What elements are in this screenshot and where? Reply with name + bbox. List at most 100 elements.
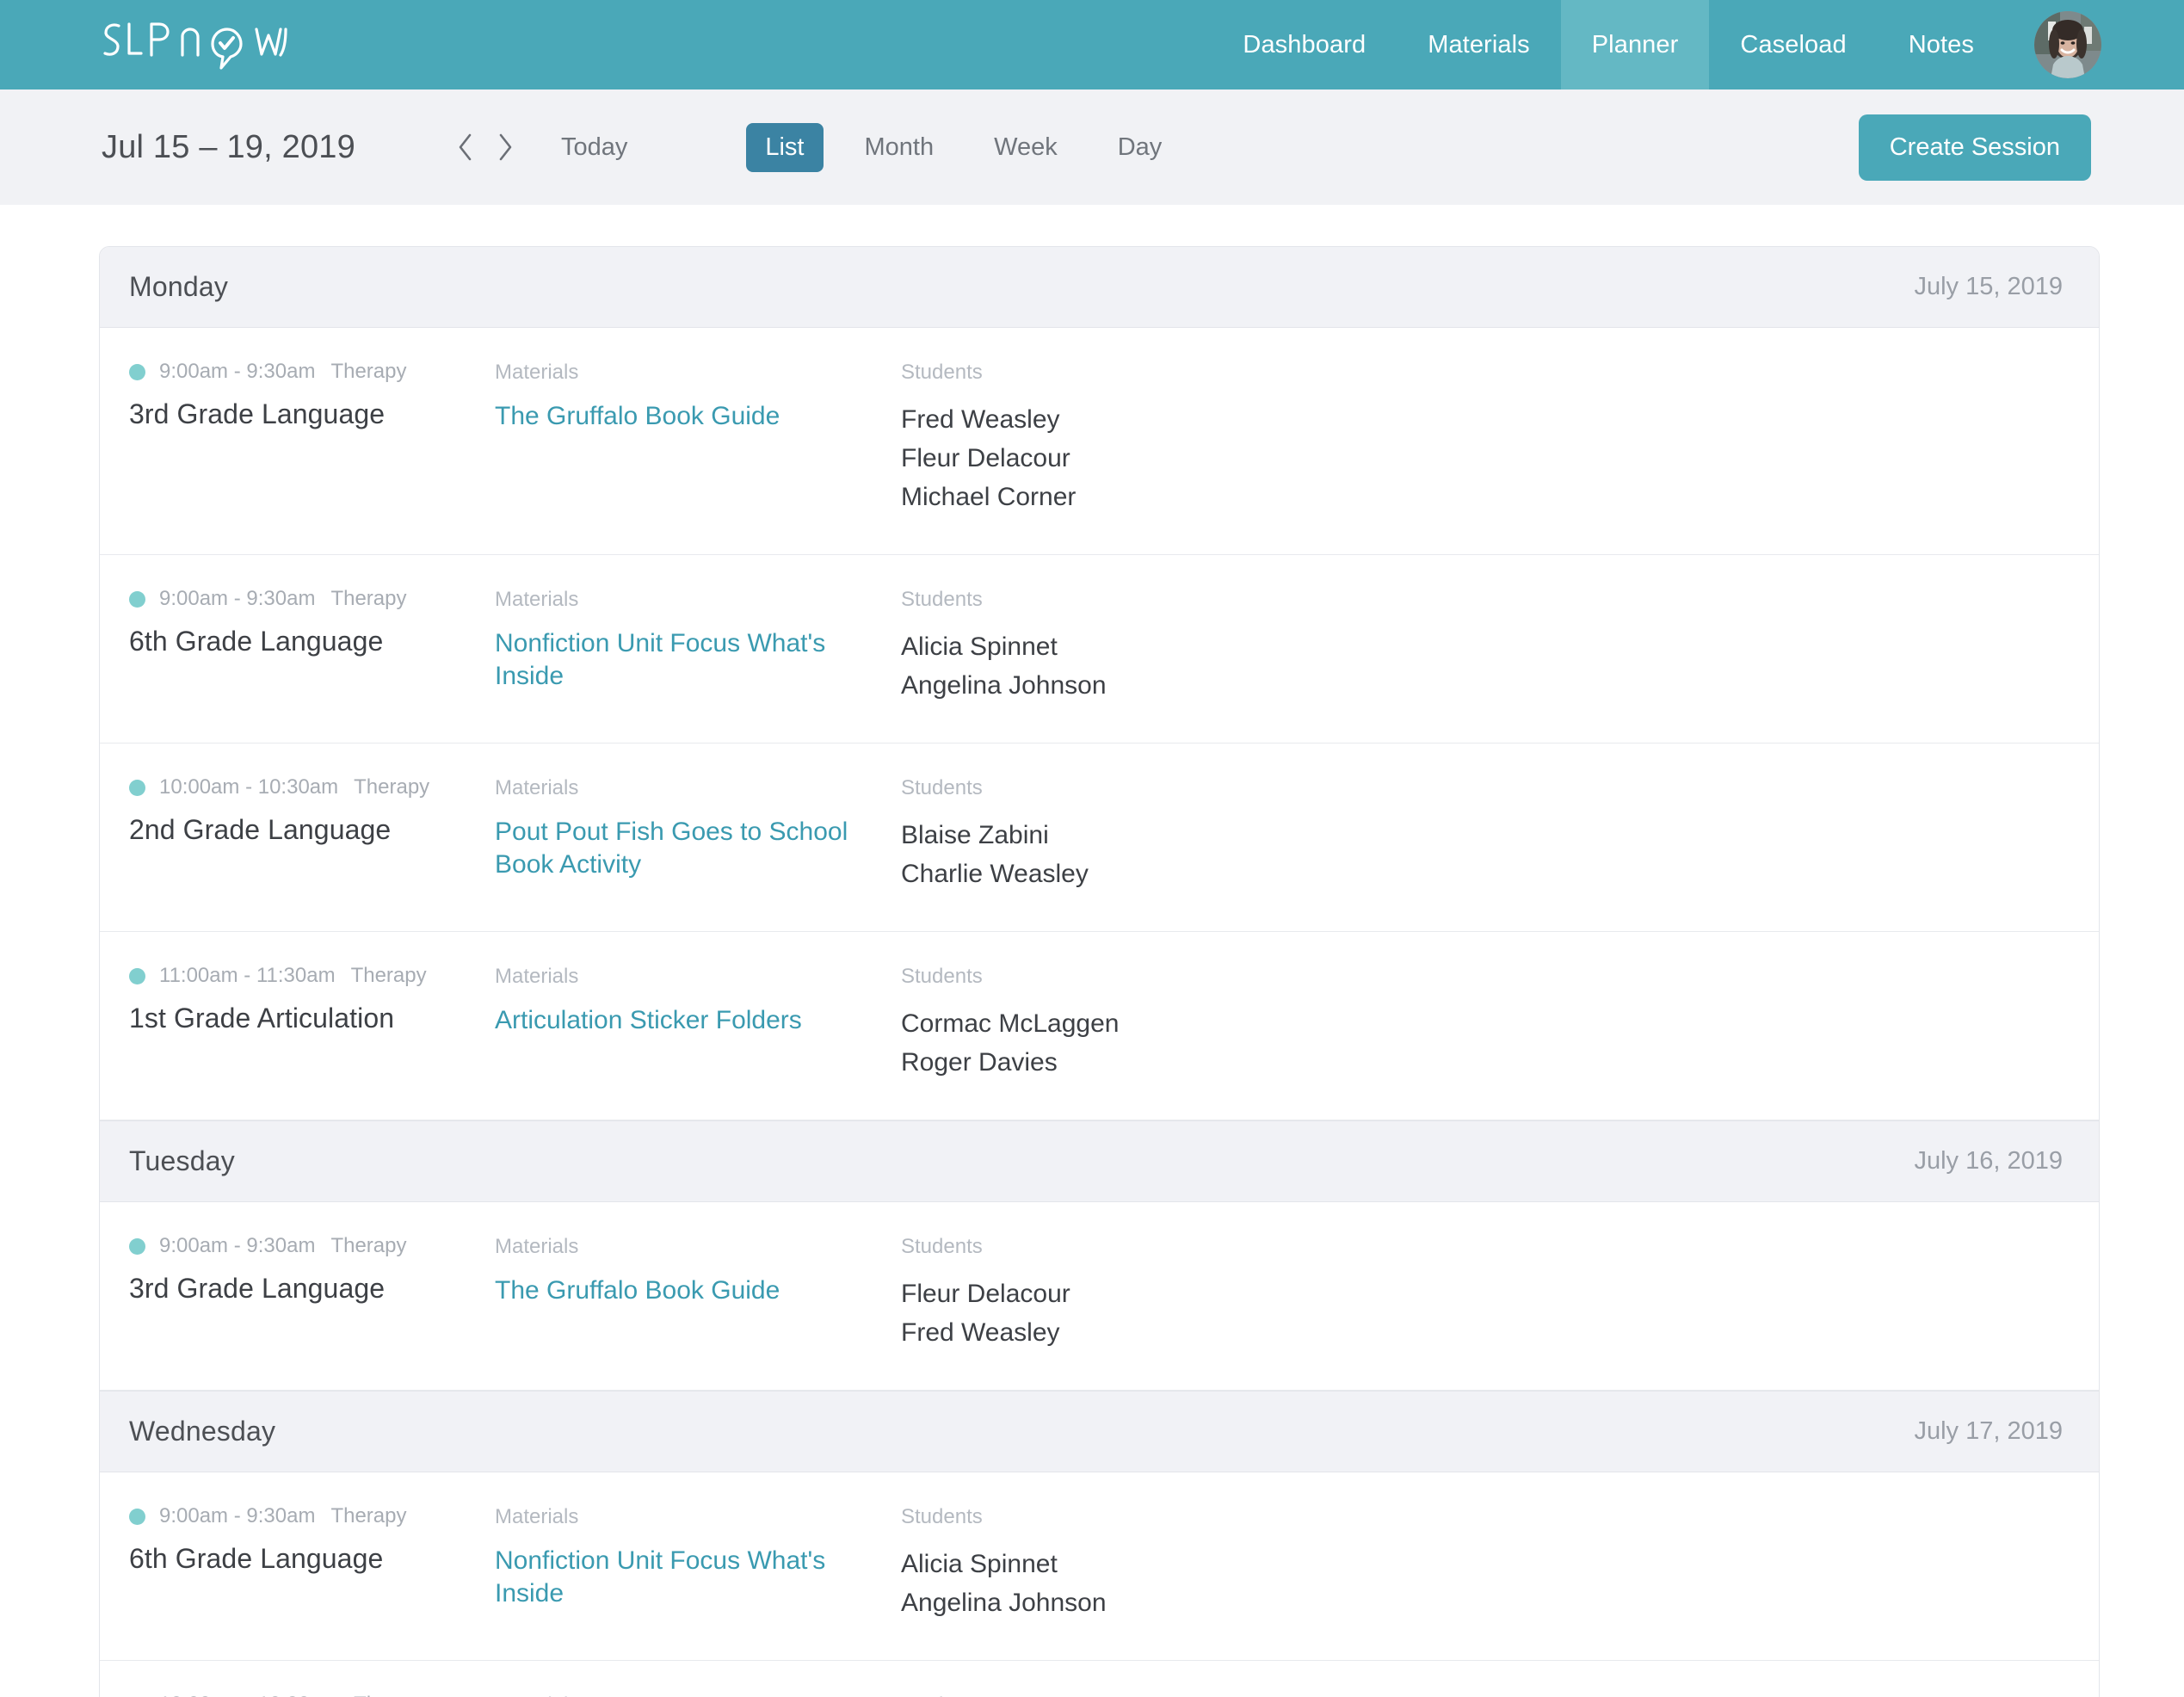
students-column-label: Students <box>901 1694 2063 1697</box>
nav-item-notes-label: Notes <box>1908 30 1974 59</box>
materials-column-label: Materials <box>495 1505 579 1528</box>
session-title: 3rd Grade Language <box>129 1273 386 1304</box>
nav-item-notes[interactable]: Notes <box>1878 0 2005 89</box>
day-date: July 15, 2019 <box>1914 273 2063 300</box>
materials-column-label: Materials <box>495 1694 901 1697</box>
session-materials-column: Materials Articulation Sticker Folders <box>495 965 901 1082</box>
session-meta: 9:00am - 9:30am Therapy <box>129 587 495 610</box>
session-row[interactable]: 10:00am - 10:30amTherapy2nd Grade Langua… <box>100 1661 2099 1697</box>
brand-logo[interactable] <box>0 0 342 89</box>
student-name: Alicia Spinnet <box>901 1550 1058 1578</box>
material-link[interactable]: Nonfiction Unit Focus What's Inside <box>495 627 901 694</box>
session-time: 10:00am - 10:30am <box>159 1693 338 1697</box>
previous-period-button[interactable] <box>446 127 485 167</box>
students-column-label: Students <box>901 965 983 988</box>
planner-toolbar: Jul 15 – 19, 2019 Today List Month Week … <box>0 89 2184 205</box>
material-link[interactable]: The Gruffalo Book Guide <box>495 1274 901 1307</box>
session-materials-column: Materials Nonfiction Unit Focus What's In… <box>495 1505 901 1622</box>
session-status-dot-icon <box>129 967 145 984</box>
student-name: Fleur Delacour <box>901 1280 1070 1308</box>
session-title: 6th Grade Language <box>129 1543 384 1574</box>
session-type: Therapy <box>354 1693 429 1697</box>
session-materials-column: Materials Pout Pout Fish Goes to School B… <box>495 776 901 893</box>
session-meta: 11:00am - 11:30am Therapy <box>129 964 495 987</box>
view-toggle-list[interactable]: List <box>746 122 824 172</box>
date-navigation-controls: Today <box>446 127 627 167</box>
day-header: Monday July 15, 2019 <box>100 247 2099 328</box>
session-students-column: Students Alicia Spinnet Angelina Johnson <box>901 588 2063 705</box>
session-status-dot-icon <box>129 1508 145 1525</box>
day-header: Wednesday July 17, 2019 <box>100 1391 2099 1472</box>
students-column-label: Students <box>901 1505 983 1528</box>
session-row[interactable]: 9:00am - 9:30am Therapy 3rd Grade Language… <box>100 328 2099 555</box>
session-when-column: 9:00am - 9:30am Therapy 3rd Grade Language <box>129 360 495 516</box>
chevron-right-icon <box>499 133 512 161</box>
view-toggle-day[interactable]: Day <box>1099 123 1181 172</box>
session-type: Therapy <box>330 360 407 383</box>
nav-item-dashboard-label: Dashboard <box>1243 30 1367 59</box>
session-materials-column: Materials The Gruffalo Book Guide <box>495 361 901 516</box>
session-title: 1st Grade Articulation <box>129 1003 395 1034</box>
chevron-left-icon <box>459 133 472 161</box>
session-row[interactable]: 11:00am - 11:30am Therapy 1st Grade Articu… <box>100 932 2099 1120</box>
session-when-column: 9:00am - 9:30am Therapy 6th Grade Language <box>129 587 495 705</box>
session-row[interactable]: 9:00am - 9:30am Therapy 6th Grade Language… <box>100 555 2099 744</box>
create-session-button[interactable]: Create Session <box>1858 114 2091 181</box>
day-name: Wednesday <box>129 1416 276 1447</box>
session-meta: 9:00am - 9:30am Therapy <box>129 1234 495 1257</box>
session-title: 6th Grade Language <box>129 626 384 657</box>
materials-column-label: Materials <box>495 776 579 799</box>
session-when-column: 10:00am - 10:30amTherapy2nd Grade Langua… <box>129 775 495 893</box>
session-row[interactable]: 9:00am - 9:30am Therapy 3rd Grade Language… <box>100 1202 2099 1391</box>
student-name: Fred Weasley <box>901 405 1060 434</box>
nav-item-dashboard[interactable]: Dashboard <box>1212 0 1397 89</box>
material-link[interactable]: Articulation Sticker Folders <box>495 1004 901 1037</box>
next-period-button[interactable] <box>485 127 525 167</box>
student-name: Charlie Weasley <box>901 860 1089 888</box>
avatar[interactable] <box>2034 11 2101 78</box>
session-materials-column: Materials Nonfiction Unit Focus What's In… <box>495 588 901 705</box>
session-status-dot-icon <box>129 590 145 608</box>
today-button[interactable]: Today <box>561 133 627 162</box>
session-row[interactable]: 10:00am - 10:30amTherapy2nd Grade Langua… <box>100 744 2099 932</box>
session-meta: 10:00am - 10:30am Therapy <box>129 1693 495 1697</box>
session-students-column: Students Alicia Spinnet Angelina Johnson <box>901 1505 2063 1622</box>
session-students-column: Students Blaise Zabini Charlie Weasley <box>901 776 2063 893</box>
session-students-column: Students Fleur Delacour Fred Weasley <box>901 1235 2063 1352</box>
session-type: Therapy <box>354 775 430 799</box>
session-when-column: 9:00am - 9:30am Therapy 3rd Grade Language <box>129 1234 495 1352</box>
date-range-title: Jul 15 – 19, 2019 <box>102 128 355 165</box>
nav-item-caseload[interactable]: Caseload <box>1709 0 1877 89</box>
top-navigation-bar: Dashboard Materials Planner Caseload Not… <box>0 0 2184 89</box>
session-materials-column: Materials The Gruffalo Book Guide <box>495 1235 901 1352</box>
session-row[interactable]: 9:00am - 9:30am Therapy 6th Grade Language… <box>100 1472 2099 1661</box>
nav-item-caseload-label: Caseload <box>1740 30 1847 59</box>
nav-item-materials-label: Materials <box>1428 30 1530 59</box>
session-status-dot-icon <box>129 1237 145 1255</box>
material-link[interactable]: Nonfiction Unit Focus What's Inside <box>495 1545 901 1611</box>
nav-item-planner[interactable]: Planner <box>1560 0 1710 89</box>
session-time: 9:00am - 9:30am <box>159 1504 316 1527</box>
day-name: Tuesday <box>129 1145 235 1176</box>
slp-now-logo-icon <box>103 22 287 70</box>
view-toggle-month[interactable]: Month <box>846 123 953 172</box>
session-materials-column: MaterialsPout Pout Fish Goes to School B… <box>495 1694 901 1697</box>
session-when-column: 10:00am - 10:30amTherapy2nd Grade Langua… <box>129 1693 495 1697</box>
session-type: Therapy <box>330 1234 407 1257</box>
session-meta: 9:00am - 9:30am Therapy <box>129 1504 495 1527</box>
user-photo-icon <box>2034 11 2101 78</box>
session-type: Therapy <box>350 964 427 987</box>
students-column-label: Students <box>901 1235 983 1258</box>
session-students-column: Students Fred Weasley Fleur Delacour Michae… <box>901 361 2063 516</box>
avatar-container[interactable] <box>2005 0 2101 89</box>
material-link[interactable]: The Gruffalo Book Guide <box>495 400 901 433</box>
materials-column-label: Materials <box>495 588 579 611</box>
session-time: 9:00am - 9:30am <box>159 1234 316 1257</box>
view-toggle-week[interactable]: Week <box>975 123 1077 172</box>
nav-item-materials[interactable]: Materials <box>1397 0 1561 89</box>
student-name: Cormac McLaggen <box>901 1009 1120 1038</box>
students-column-label: Students <box>901 776 983 799</box>
planner-content: Monday July 15, 2019 9:00am - 9:30am Therap… <box>0 205 2184 1697</box>
material-link[interactable]: Pout Pout Fish Goes to School Book Activ… <box>495 816 901 882</box>
session-title: 3rd Grade Language <box>129 398 386 429</box>
